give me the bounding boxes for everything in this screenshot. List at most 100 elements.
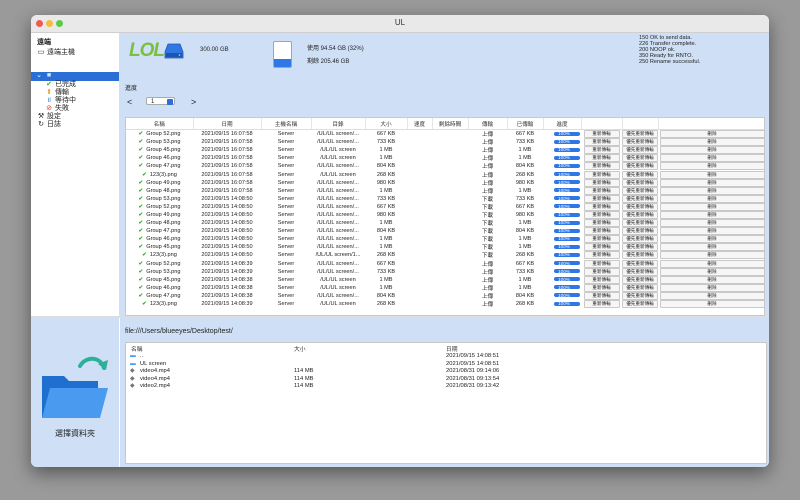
retry-button[interactable]: 重新傳輸 — [583, 275, 620, 284]
sidebar-item-log[interactable]: ↻ 日誌 — [37, 121, 61, 129]
priority-retry-button[interactable]: 優先重新傳輸 — [622, 138, 658, 147]
column-header[interactable]: 進度 — [543, 118, 582, 130]
priority-retry-button[interactable]: 優先重新傳輸 — [622, 283, 658, 292]
retry-button[interactable]: 重新傳輸 — [583, 194, 620, 203]
sidebar-item-completed[interactable]: ✔ 已完成 — [45, 81, 76, 89]
priority-retry-button[interactable]: 優先重新傳輸 — [622, 178, 658, 187]
delete-button[interactable]: 刪除 — [659, 194, 764, 203]
priority-retry-button[interactable]: 優先重新傳輸 — [622, 235, 658, 244]
delete-button[interactable]: 刪除 — [659, 227, 764, 236]
delete-button[interactable]: 刪除 — [659, 138, 764, 147]
table-row[interactable]: ✔ Group 48.png 2021/09/15 16:07:58 Server/U… — [126, 186, 764, 195]
priority-retry-button[interactable]: 優先重新傳輸 — [622, 243, 658, 252]
sidebar-item-failed[interactable]: ⊘ 失敗 — [45, 105, 69, 113]
priority-retry-button[interactable]: 優先重新傳輸 — [622, 170, 658, 179]
delete-button[interactable]: 刪除 — [659, 300, 764, 309]
priority-retry-button[interactable]: 優先重新傳輸 — [622, 251, 658, 260]
column-header[interactable]: 大小 — [294, 344, 306, 353]
sidebar-item-remote-host[interactable]: ▭ 遠端主機 — [37, 49, 75, 57]
priority-retry-button[interactable]: 優先重新傳輸 — [622, 291, 658, 300]
retry-button[interactable]: 重新傳輸 — [583, 178, 620, 187]
delete-button[interactable]: 刪除 — [659, 283, 764, 292]
retry-button[interactable]: 重新傳輸 — [583, 186, 620, 195]
delete-button[interactable]: 刪除 — [659, 178, 764, 187]
priority-retry-button[interactable]: 優先重新傳輸 — [622, 186, 658, 195]
column-header[interactable]: 剩餘時間 — [432, 118, 469, 130]
table-row[interactable]: ✔ Group 53.png 2021/09/15 16:07:58 Server/U… — [126, 138, 764, 147]
table-row[interactable]: ✔ 123(3).png 2021/09/15 16:07:58 Server/UL/… — [126, 170, 764, 179]
retry-button[interactable]: 重新傳輸 — [583, 227, 620, 236]
table-row[interactable]: ✔ Group 45.png 2021/09/15 14:08:50 Server/U… — [126, 243, 764, 252]
prev-page-button[interactable]: < — [127, 97, 132, 107]
delete-button[interactable]: 刪除 — [659, 154, 764, 163]
delete-button[interactable]: 刪除 — [659, 162, 764, 171]
sidebar-item-selected-folder[interactable]: ⌄ ■ — [35, 72, 53, 80]
retry-button[interactable]: 重新傳輸 — [583, 162, 620, 171]
delete-button[interactable]: 刪除 — [659, 259, 764, 268]
priority-retry-button[interactable]: 優先重新傳輸 — [622, 130, 658, 139]
transfer-table-container[interactable]: 名稱 日期 主機名稱 目錄 大小 速度 剩餘時間 傳輸 已傳輸 進度 ✔ Gro… — [125, 117, 765, 316]
retry-button[interactable]: 重新傳輸 — [583, 243, 620, 252]
retry-button[interactable]: 重新傳輸 — [583, 170, 620, 179]
sidebar-item-transfer[interactable]: ⬆ 傳輸 — [45, 89, 69, 97]
priority-retry-button[interactable]: 優先重新傳輸 — [622, 162, 658, 171]
sidebar-item-settings[interactable]: ⚒ 設定 — [37, 113, 61, 121]
column-header[interactable]: 日期 — [193, 118, 262, 130]
priority-retry-button[interactable]: 優先重新傳輸 — [622, 202, 658, 211]
column-header[interactable]: 主機名稱 — [261, 118, 312, 130]
column-header[interactable]: 名稱 — [131, 344, 143, 353]
retry-button[interactable]: 重新傳輸 — [583, 251, 620, 260]
table-row[interactable]: ✔ Group 46.png 2021/09/15 16:07:58 Server/U… — [126, 154, 764, 163]
column-header[interactable]: 傳輸 — [468, 118, 508, 130]
retry-button[interactable]: 重新傳輸 — [583, 154, 620, 163]
delete-button[interactable]: 刪除 — [659, 291, 764, 300]
retry-button[interactable]: 重新傳輸 — [583, 138, 620, 147]
delete-button[interactable]: 刪除 — [659, 130, 764, 139]
file-row[interactable]: ◆ video2.mp4 114 MB 2021/08/31 09:13:42 — [126, 383, 766, 391]
delete-button[interactable]: 刪除 — [659, 186, 764, 195]
table-row[interactable]: ✔ Group 46.png 2021/09/15 14:08:50 Server/U… — [126, 235, 764, 244]
retry-button[interactable]: 重新傳輸 — [583, 130, 620, 139]
table-row[interactable]: ✔ Group 53.png 2021/09/15 14:08:50 Server/U… — [126, 194, 764, 203]
table-row[interactable]: ✔ Group 46.png 2021/09/15 14:08:38 Server/U… — [126, 283, 764, 292]
priority-retry-button[interactable]: 優先重新傳輸 — [622, 227, 658, 236]
local-file-list[interactable]: 名稱 大小 日期 ▬.. 2021/09/15 14:08:51 ▬ UL scree… — [125, 342, 767, 464]
table-row[interactable]: ✔ Group 49.png 2021/09/15 16:07:58 Server/U… — [126, 178, 764, 187]
priority-retry-button[interactable]: 優先重新傳輸 — [622, 259, 658, 268]
priority-retry-button[interactable]: 優先重新傳輸 — [622, 300, 658, 309]
page-selector[interactable]: 1 — [146, 97, 175, 105]
delete-button[interactable]: 刪除 — [659, 243, 764, 252]
retry-button[interactable]: 重新傳輸 — [583, 283, 620, 292]
table-row[interactable]: ✔ Group 52.png 2021/09/15 14:08:39 Server/U… — [126, 259, 764, 268]
column-header[interactable]: 速度 — [407, 118, 433, 130]
retry-button[interactable]: 重新傳輸 — [583, 291, 620, 300]
retry-button[interactable]: 重新傳輸 — [583, 202, 620, 211]
delete-button[interactable]: 刪除 — [659, 219, 764, 228]
column-header[interactable]: 名稱 — [126, 118, 194, 130]
table-row[interactable]: ✔ Group 45.png 2021/09/15 14:08:38 Server/U… — [126, 275, 764, 284]
retry-button[interactable]: 重新傳輸 — [583, 146, 620, 155]
priority-retry-button[interactable]: 優先重新傳輸 — [622, 267, 658, 276]
priority-retry-button[interactable]: 優先重新傳輸 — [622, 275, 658, 284]
priority-retry-button[interactable]: 優先重新傳輸 — [622, 194, 658, 203]
retry-button[interactable]: 重新傳輸 — [583, 300, 620, 309]
table-row[interactable]: ✔ Group 53.png 2021/09/15 14:08:39 Server/U… — [126, 267, 764, 276]
delete-button[interactable]: 刪除 — [659, 251, 764, 260]
delete-button[interactable]: 刪除 — [659, 235, 764, 244]
sidebar-item-waiting[interactable]: ॥ 等待中 — [45, 97, 76, 105]
column-header[interactable]: 日期 — [446, 344, 458, 353]
table-row[interactable]: ✔ Group 47.png 2021/09/15 16:07:58 Server/U… — [126, 162, 764, 171]
retry-button[interactable]: 重新傳輸 — [583, 259, 620, 268]
table-row[interactable]: ✔ Group 52.png 2021/09/15 16:07:58 Server/U… — [126, 130, 764, 139]
table-row[interactable]: ✔ Group 52.png 2021/09/15 14:08:50 Server/U… — [126, 202, 764, 211]
priority-retry-button[interactable]: 優先重新傳輸 — [622, 210, 658, 219]
priority-retry-button[interactable]: 優先重新傳輸 — [622, 146, 658, 155]
column-header[interactable]: 已傳輸 — [507, 118, 544, 130]
delete-button[interactable]: 刪除 — [659, 146, 764, 155]
delete-button[interactable]: 刪除 — [659, 170, 764, 179]
table-row[interactable]: ✔ Group 48.png 2021/09/15 14:08:50 Server/U… — [126, 219, 764, 228]
delete-button[interactable]: 刪除 — [659, 267, 764, 276]
table-row[interactable]: ✔ Group 49.png 2021/09/15 14:08:50 Server/U… — [126, 210, 764, 219]
table-row[interactable]: ✔ Group 45.png 2021/09/15 16:07:58 Server/U… — [126, 146, 764, 155]
retry-button[interactable]: 重新傳輸 — [583, 267, 620, 276]
